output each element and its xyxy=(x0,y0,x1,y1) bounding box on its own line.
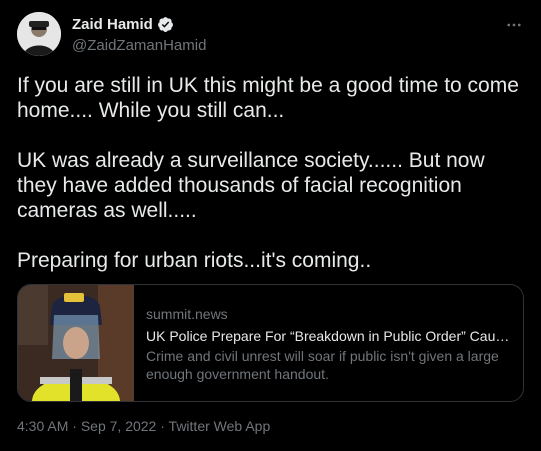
tweet-meta: 4:30 AM · Sep 7, 2022 · Twitter Web App xyxy=(17,418,270,434)
meta-separator-2: · xyxy=(156,418,169,434)
card-title[interactable]: UK Police Prepare For “Breakdown in Publ… xyxy=(146,326,511,346)
verified-badge-icon xyxy=(157,16,174,33)
tweet-time[interactable]: 4:30 AM xyxy=(17,418,68,434)
author-handle[interactable]: @ZaidZamanHamid xyxy=(72,37,206,54)
card-info[interactable]: summit.news UK Police Prepare For “Break… xyxy=(134,285,523,401)
author-display-name[interactable]: Zaid Hamid xyxy=(72,16,153,33)
more-options-button[interactable] xyxy=(503,14,525,36)
meta-separator: · xyxy=(68,418,81,434)
avatar[interactable] xyxy=(17,12,61,56)
card-domain: summit.news xyxy=(146,306,228,322)
tweet-text: If you are still in UK this might be a g… xyxy=(17,74,519,272)
card-description: Crime and civil unrest will soar if publ… xyxy=(146,348,499,382)
ellipsis-icon xyxy=(507,23,521,27)
police-officer-photo-icon xyxy=(18,285,134,401)
tweet: Zaid Hamid @ZaidZamanHamid If you are st… xyxy=(0,0,541,451)
tweet-source: Twitter Web App xyxy=(168,418,271,434)
author-name-row[interactable]: Zaid Hamid xyxy=(72,16,174,33)
tweet-date[interactable]: Sep 7, 2022 xyxy=(81,418,157,434)
link-preview-card[interactable]: summit.news UK Police Prepare For “Break… xyxy=(17,284,524,402)
card-thumbnail xyxy=(18,285,134,401)
